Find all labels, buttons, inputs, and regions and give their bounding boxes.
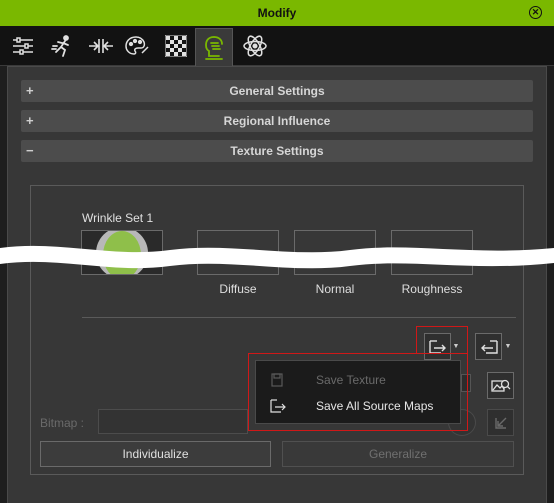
- collapse-corner-button[interactable]: [487, 409, 514, 436]
- import-icon: [480, 339, 498, 354]
- section-texture-settings[interactable]: − Texture Settings: [21, 140, 533, 162]
- section-regional-influence[interactable]: + Regional Influence: [21, 110, 533, 132]
- image-search-icon: [490, 379, 510, 392]
- motion-icon: [51, 35, 69, 57]
- section-title: Texture Settings: [230, 144, 324, 158]
- sliders-icon: [13, 37, 33, 55]
- divider: [82, 317, 516, 318]
- tab-pose[interactable]: [82, 28, 120, 64]
- tab-motion[interactable]: [43, 28, 81, 64]
- section-general-settings[interactable]: + General Settings: [21, 80, 533, 102]
- menu-item-label: Save Texture: [316, 373, 386, 387]
- tab-wrinkle[interactable]: [195, 28, 233, 67]
- section-title: Regional Influence: [223, 114, 331, 128]
- import-dropdown-arrow[interactable]: ▼: [503, 333, 513, 360]
- highlight-export-button: [416, 326, 468, 354]
- tab-bar: [0, 26, 554, 67]
- title-bar: Modify ✕: [0, 0, 554, 26]
- tab-sliders[interactable]: [4, 28, 42, 64]
- torn-edge-overlay: [0, 245, 554, 269]
- individualize-button[interactable]: Individualize: [40, 441, 271, 467]
- close-icon[interactable]: ✕: [529, 6, 542, 19]
- tab-appearance[interactable]: [118, 28, 156, 64]
- import-button[interactable]: [475, 333, 502, 360]
- normal-label: Normal: [315, 282, 355, 296]
- corner-arrow-icon: [494, 417, 506, 429]
- bitmap-field[interactable]: [98, 409, 248, 434]
- tab-texture[interactable]: [157, 28, 195, 64]
- palette-icon: [125, 36, 149, 55]
- roughness-label: Roughness: [401, 282, 463, 296]
- export-dropdown-menu: Save Texture Save All Source Maps: [255, 360, 461, 424]
- menu-item-save-texture[interactable]: Save Texture: [256, 367, 460, 393]
- section-title: General Settings: [229, 84, 325, 98]
- physics-atom-icon: [243, 35, 267, 57]
- diffuse-label: Diffuse: [219, 282, 257, 296]
- window-title: Modify: [257, 6, 297, 20]
- browse-image-button[interactable]: [487, 372, 514, 399]
- head-wrinkle-icon: [205, 36, 223, 60]
- pose-arrows-icon: [89, 39, 113, 53]
- checker-texture-icon: [165, 35, 187, 57]
- menu-item-label: Save All Source Maps: [316, 399, 434, 413]
- generalize-button[interactable]: Generalize: [282, 441, 514, 467]
- bitmap-label: Bitmap :: [40, 416, 85, 430]
- export-all-icon: [270, 399, 286, 413]
- wrinkle-set-label: Wrinkle Set 1: [82, 211, 154, 225]
- menu-item-save-all-source-maps[interactable]: Save All Source Maps: [256, 393, 460, 419]
- tab-physics[interactable]: [236, 28, 274, 64]
- save-texture-icon: [271, 373, 283, 387]
